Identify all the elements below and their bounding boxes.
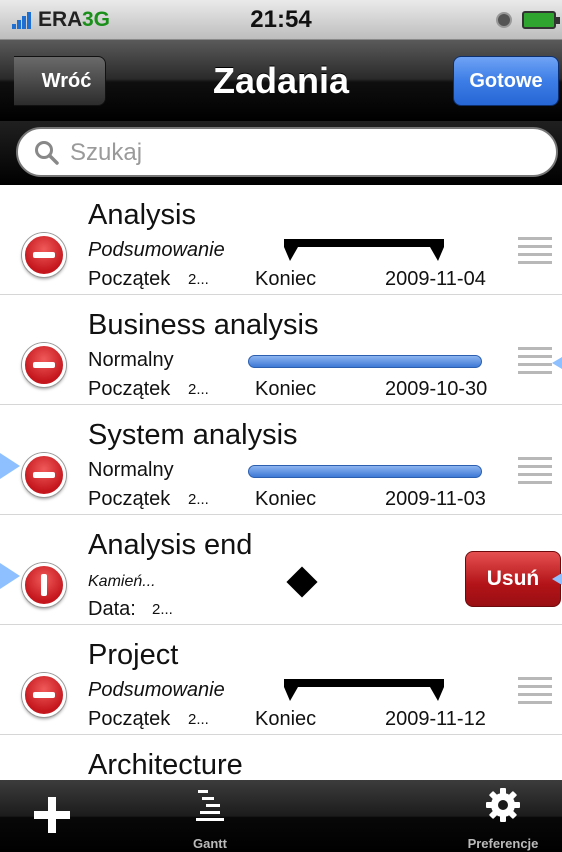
search-bar — [0, 121, 562, 185]
end-label: Koniec — [255, 268, 317, 290]
callout-arrow-icon — [0, 563, 20, 589]
gantt-label: Gantt — [193, 836, 227, 851]
reorder-handle-icon[interactable] — [518, 677, 552, 704]
start-label: Początek — [88, 268, 171, 290]
date-label: Data: — [88, 598, 136, 620]
done-button[interactable]: Gotowe — [453, 56, 559, 106]
plus-icon[interactable] — [34, 797, 70, 833]
delete-control-icon[interactable] — [22, 673, 66, 717]
task-row-project[interactable]: Project Podsumowanie Początek 2... Konie… — [0, 625, 562, 735]
start-value: 2... — [188, 711, 209, 728]
end-value: 2009-11-04 — [385, 268, 486, 290]
delete-control-icon[interactable] — [22, 343, 66, 387]
reorder-handle-icon[interactable] — [518, 457, 552, 484]
delete-button[interactable]: Usuń — [465, 551, 561, 607]
callout-arrow-icon — [0, 453, 20, 479]
end-value: 2009-11-03 — [385, 488, 486, 510]
gantt-icon — [196, 788, 224, 821]
reorder-handle-icon[interactable] — [518, 237, 552, 264]
task-name: Business analysis — [88, 309, 319, 341]
start-value: 2... — [188, 271, 209, 288]
task-name: Architecture — [88, 749, 243, 780]
summary-bar — [284, 239, 444, 261]
callout-arrow-icon — [552, 573, 562, 585]
reorder-handle-icon[interactable] — [518, 347, 552, 374]
task-row-business-analysis[interactable]: Business analysis Normalny Początek 2...… — [0, 295, 562, 405]
end-label: Koniec — [255, 378, 317, 400]
task-bar — [248, 355, 482, 368]
start-label: Początek — [88, 378, 171, 400]
end-value: 2009-10-30 — [385, 378, 488, 400]
search-icon — [35, 141, 59, 165]
task-type: Kamień... — [88, 573, 156, 590]
task-type: Normalny — [88, 459, 174, 481]
task-name: Project — [88, 639, 179, 671]
status-time: 21:54 — [250, 6, 312, 33]
task-row-architecture[interactable]: Architecture — [0, 735, 562, 780]
search-field[interactable] — [16, 127, 558, 177]
callout-arrow-icon — [552, 357, 562, 369]
preferences-button[interactable]: Preferencje — [448, 788, 558, 851]
bottom-toolbar: Gantt Preferencje — [0, 780, 562, 852]
start-value: 2... — [188, 491, 209, 508]
back-button[interactable]: Wróć — [14, 56, 106, 106]
task-name: Analysis — [88, 199, 196, 231]
task-type: Podsumowanie — [88, 679, 225, 701]
page-title: Zadania — [212, 60, 350, 101]
delete-control-icon[interactable] — [22, 233, 66, 277]
task-row-analysis-end[interactable]: Analysis end Kamień... Data: 2... Usuń — [0, 515, 562, 625]
milestone-diamond-icon — [286, 566, 318, 598]
battery-charging-icon — [522, 11, 560, 29]
task-type: Normalny — [88, 349, 174, 371]
start-label: Początek — [88, 708, 171, 730]
status-bar: ERA 3G 21:54 — [0, 0, 562, 40]
search-input[interactable] — [70, 137, 530, 169]
task-list: Analysis Podsumowanie Początek 2... Koni… — [0, 185, 562, 780]
end-label: Koniec — [255, 488, 317, 510]
task-row-analysis[interactable]: Analysis Podsumowanie Początek 2... Koni… — [0, 185, 562, 295]
task-name: Analysis end — [88, 529, 253, 561]
gantt-button[interactable]: Gantt — [170, 788, 250, 851]
delete-control-icon[interactable] — [22, 563, 66, 607]
end-label: Koniec — [255, 708, 317, 730]
start-label: Początek — [88, 488, 171, 510]
task-type: Podsumowanie — [88, 239, 225, 261]
task-name: System analysis — [88, 419, 298, 451]
delete-control-icon[interactable] — [22, 453, 66, 497]
preferences-label: Preferencje — [467, 836, 539, 851]
task-bar — [248, 465, 482, 478]
gear-icon — [486, 788, 520, 822]
task-row-system-analysis[interactable]: System analysis Normalny Początek 2... K… — [0, 405, 562, 515]
navigation-bar: Wróć Zadania Gotowe — [0, 40, 562, 121]
summary-bar — [284, 679, 444, 701]
start-value: 2... — [188, 381, 209, 398]
date-value: 2... — [152, 601, 173, 618]
end-value: 2009-11-12 — [385, 708, 486, 730]
clock-icon — [496, 12, 512, 28]
